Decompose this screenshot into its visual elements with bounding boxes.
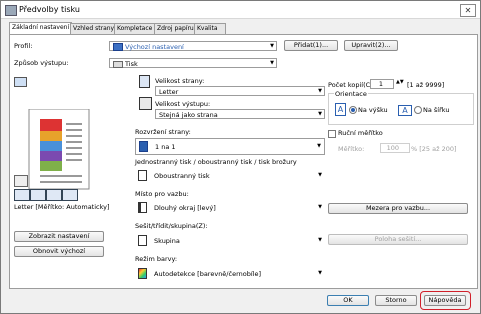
layout-status-icon [46,189,62,201]
profile-select[interactable]: Výchozí nastavení ▼ [109,41,277,51]
tab-paper-source[interactable]: Zdroj papíru [154,23,198,34]
chevron-down-icon: ▼ [318,111,322,117]
output-method-label: Způsob výstupu: [14,59,69,67]
output-size-select[interactable]: Stejná jako strana ▼ [155,109,325,119]
show-settings-button[interactable]: Zobrazit nastavení [14,231,104,242]
manual-scale-label: Ruční měřítko [338,129,383,137]
copies-range: [1 až 9999] [407,81,445,89]
chevron-down-icon: ▼ [318,270,322,276]
staple-status-icon [62,189,78,201]
duplex-value: Oboustranný tisk [154,172,210,180]
help-button-highlight [420,291,471,310]
duplex-status-icon [14,189,30,201]
copies-value: 1 [378,80,383,88]
binding-left-icon [138,202,147,213]
add-profile-button[interactable]: Přidat(1)... [284,40,338,51]
finishing-label: Sešit/třídit/skupina(Z): [135,222,208,230]
ok-button[interactable]: OK [327,295,369,306]
output-size-icon [139,97,152,110]
chevron-down-icon: ▼ [270,43,274,49]
color-status-icon [30,189,46,201]
profile-icon [113,43,123,51]
printer-icon [113,61,123,68]
page-size-label: Velikost strany: [155,77,205,85]
preview-paper-caption: Letter [Měřítko: Automaticky] [14,203,110,211]
orientation-label: Orientace [334,90,368,98]
page-size-value: Letter [159,88,179,96]
page-size-select[interactable]: Letter ▼ [155,86,325,96]
window-title: Předvolby tisku [19,5,80,14]
tab-finishing[interactable]: Kompletace [114,23,158,34]
layout-select[interactable]: 1 na 1 ▼ [135,138,325,155]
scale-input[interactable]: 100 [380,143,410,153]
manual-scale-checkbox[interactable] [328,130,336,138]
color-mode-icon [138,268,147,279]
preview-toggle-icon[interactable] [14,77,27,87]
chevron-down-icon: ▼ [318,204,322,210]
layout-value: 1 na 1 [155,143,176,151]
preview-status-icons [14,189,110,201]
profile-value: Výchozí nastavení [125,43,184,51]
chevron-down-icon: ▼ [318,172,322,178]
page-size-icon [139,75,150,88]
printer-icon [5,5,17,16]
color-mode-value: Autodetekce [barevně/černobíle] [154,270,261,278]
output-method-value: Tisk [125,60,138,68]
scale-label: Měřítko: [338,145,365,153]
output-method-select[interactable]: Tisk ▼ [109,58,277,68]
print-preferences-dialog: Předvolby tisku ✕ Základní nastavení Vzh… [0,0,481,314]
group-icon [138,235,147,246]
binding-value: Dlouhý okraj [levý] [154,204,216,212]
stack-icon [14,175,28,187]
edit-profile-button[interactable]: Upravit(2)... [344,40,398,51]
finishing-value: Skupina [154,237,180,245]
landscape-radio[interactable] [414,106,422,114]
finishing-select[interactable]: Skupina ▼ [135,233,325,250]
binding-label: Místo pro vazbu: [135,190,189,198]
chevron-down-icon: ▼ [317,143,321,149]
portrait-icon: A [335,103,346,116]
basic-settings-panel: Profil: Výchozí nastavení ▼ Přidat(1)...… [9,34,478,289]
tab-page-setup[interactable]: Vzhled strany [70,23,118,34]
scale-range: % [25 až 200] [411,145,457,153]
copies-stepper-icon[interactable]: ▲▼ [396,79,404,85]
close-button[interactable]: ✕ [460,4,476,17]
staple-position-button[interactable]: Poloha sešití... [328,234,468,245]
tab-basic-settings[interactable]: Základní nastavení [9,22,72,34]
portrait-label: Na výšku [358,106,388,114]
gutter-button[interactable]: Mezera pro vazbu... [328,203,468,214]
profile-label: Profil: [14,42,33,50]
copies-input[interactable]: 1 [370,79,394,89]
duplex-select[interactable]: Oboustranný tisk ▼ [135,168,325,185]
restore-defaults-button[interactable]: Obnovit výchozí [14,246,104,257]
one-up-icon [139,141,148,152]
landscape-label: Na šířku [423,106,450,114]
color-mode-label: Režim barvy: [135,255,178,263]
landscape-icon: A [398,105,412,116]
layout-label: Rozvržení strany: [135,128,191,136]
chevron-down-icon: ▼ [318,88,322,94]
duplex-label: Jednostranný tisk / oboustranný tisk / t… [135,158,297,166]
binding-select[interactable]: Dlouhý okraj [levý] ▼ [135,200,325,217]
chevron-down-icon: ▼ [270,60,274,66]
copies-label: Počet kopií(C): [328,81,375,89]
duplex-icon [138,170,147,181]
output-size-label: Velikost výstupu: [155,100,211,108]
scale-value: 100 [386,144,399,152]
output-size-value: Stejná jako strana [159,111,218,119]
chevron-down-icon: ▼ [318,237,322,243]
tab-quality[interactable]: Kvalita [194,23,226,34]
cancel-button[interactable]: Storno [375,295,417,306]
title-bar: Předvolby tisku ✕ [1,1,480,19]
portrait-radio[interactable] [349,106,357,114]
color-mode-select[interactable]: Autodetekce [barevně/černobíle] ▼ [135,266,325,283]
